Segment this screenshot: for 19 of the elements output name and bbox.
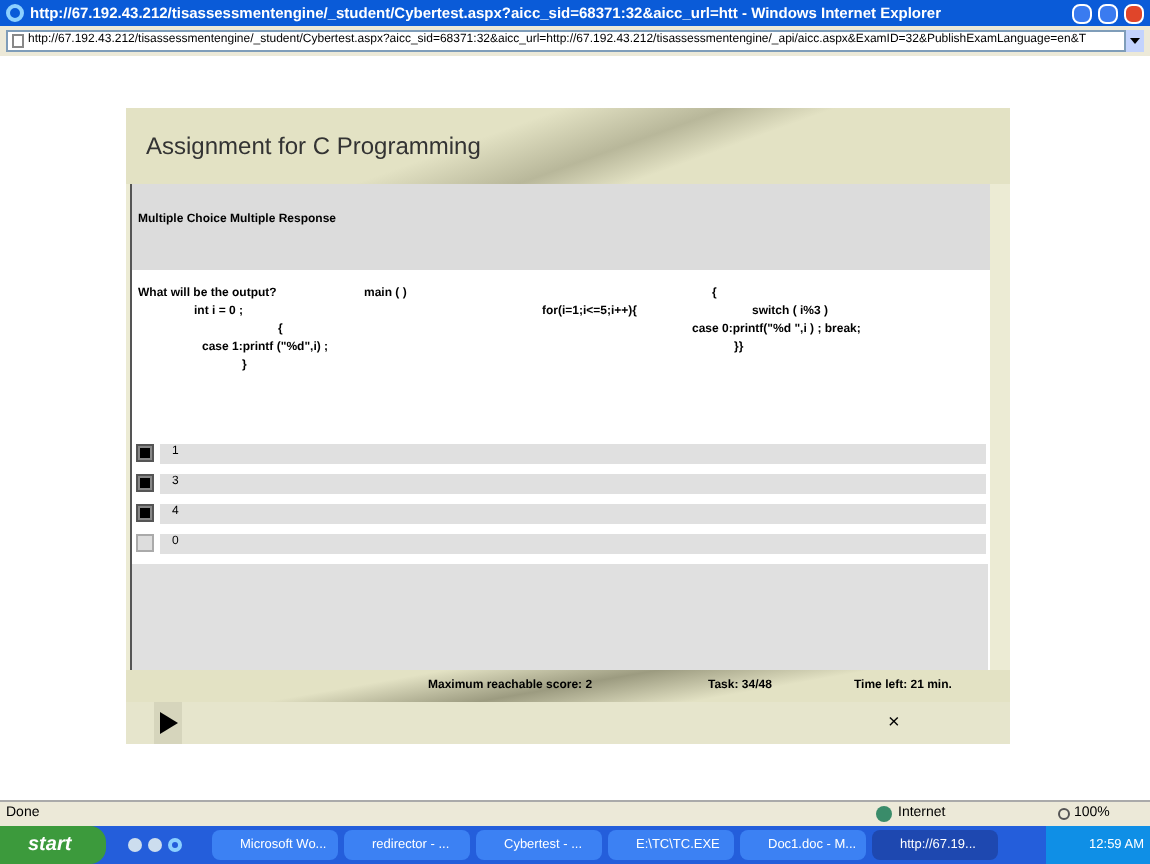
start-button[interactable]: start <box>0 826 106 864</box>
assignment-title: Assignment for C Programming <box>146 130 481 164</box>
browser-icon[interactable] <box>168 838 182 852</box>
minimize-button[interactable] <box>1072 3 1092 23</box>
maximize-button[interactable] <box>1098 3 1118 23</box>
checkbox[interactable] <box>136 534 154 552</box>
close-button[interactable] <box>1124 3 1144 23</box>
play-icon <box>159 712 177 734</box>
browser-icon <box>6 4 24 22</box>
caret-icon <box>1130 38 1140 44</box>
close-button[interactable]: × <box>888 708 900 738</box>
play-button[interactable] <box>154 702 182 744</box>
page-icon <box>12 34 24 48</box>
globe-icon <box>876 806 892 822</box>
checkbox[interactable] <box>136 444 154 462</box>
dropdown-button[interactable] <box>1126 30 1144 52</box>
zoom-icon <box>1058 808 1070 820</box>
checkbox[interactable] <box>136 504 154 522</box>
checkbox[interactable] <box>136 474 154 492</box>
